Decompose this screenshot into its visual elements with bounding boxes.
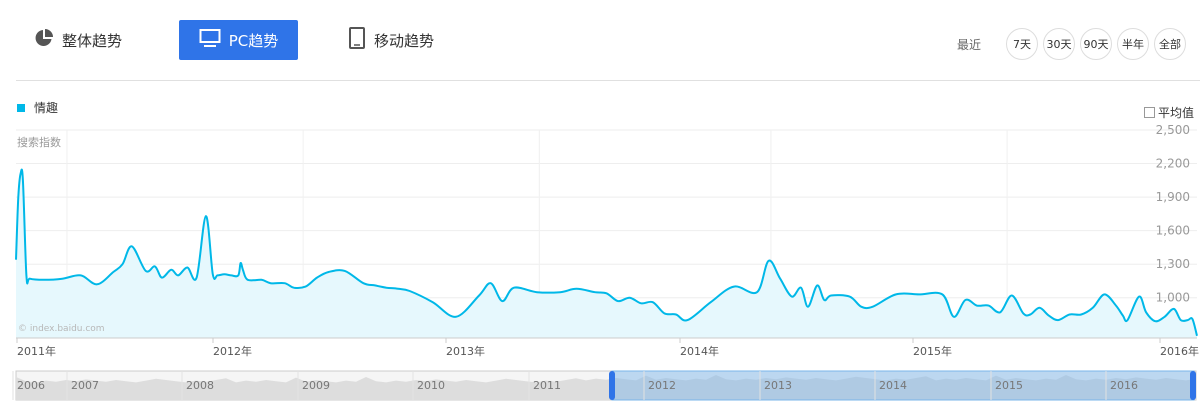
navigator-year-label: 2007 <box>71 379 99 392</box>
y-tick-label: 1,900 <box>1156 190 1190 204</box>
x-tick-label: 2011年 <box>17 344 56 358</box>
navigator-handle-left[interactable] <box>609 371 615 400</box>
y-tick-label: 2,500 <box>1156 123 1190 137</box>
y-tick-label: 1,300 <box>1156 257 1190 271</box>
navigator-year-label: 2014 <box>879 379 907 392</box>
watermark: © index.baidu.com <box>18 324 105 334</box>
navigator-year-label: 2013 <box>764 379 792 392</box>
trend-chart[interactable]: 7001,0001,3001,6001,9002,2002,5002011年20… <box>0 0 1200 419</box>
navigator-year-label: 2008 <box>186 379 214 392</box>
x-tick-label: 2013年 <box>446 344 485 358</box>
navigator-year-label: 2011 <box>533 379 561 392</box>
navigator-year-label: 2006 <box>17 379 45 392</box>
y-tick-label: 2,200 <box>1156 157 1190 171</box>
x-tick-label: 2016年 <box>1160 344 1199 358</box>
x-tick-label: 2015年 <box>913 344 952 358</box>
navigator-year-label: 2009 <box>302 379 330 392</box>
navigator-year-label: 2012 <box>648 379 676 392</box>
navigator-handle-right[interactable] <box>1190 371 1196 400</box>
navigator-year-label: 2010 <box>417 379 445 392</box>
y-tick-label: 1,600 <box>1156 224 1190 238</box>
x-tick-label: 2012年 <box>213 344 252 358</box>
x-tick-label: 2014年 <box>680 344 719 358</box>
navigator-year-label: 2015 <box>995 379 1023 392</box>
y-tick-label: 1,000 <box>1156 291 1190 305</box>
series-area <box>16 169 1197 338</box>
navigator-year-label: 2016 <box>1110 379 1138 392</box>
